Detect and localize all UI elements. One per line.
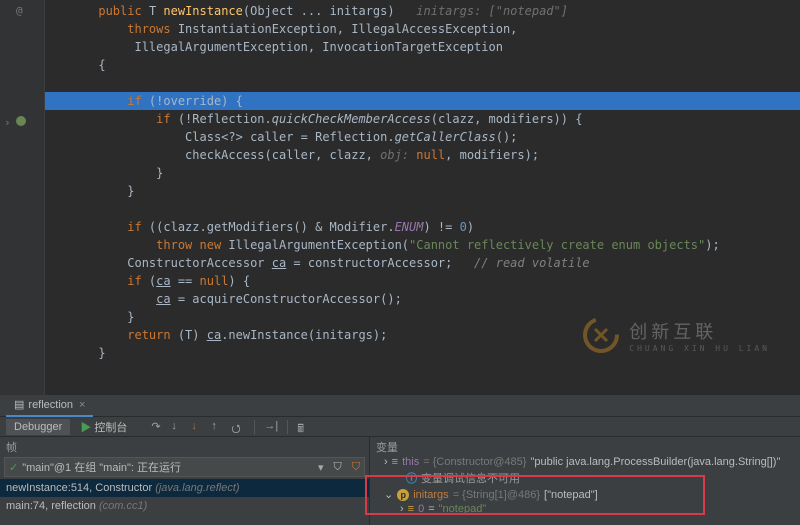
chevron-down-icon: ▾ <box>318 461 324 474</box>
code-line: { <box>45 56 800 74</box>
variables-panel: 变量 › ≡ this = {Constructor@485} "public … <box>370 437 800 525</box>
thread-selector[interactable]: ✓ "main"@1 在组 "main": 正在运行 ▾ ⛉ ⛉ <box>4 457 365 477</box>
chevron-right-icon: › <box>384 456 388 468</box>
frames-panel: 帧 ✓ "main"@1 在组 "main": 正在运行 ▾ ⛉ ⛉ newIn… <box>0 437 370 525</box>
run-config-icon: ▤ <box>14 398 24 411</box>
variable-row[interactable]: › ≡ 0 = "notepad" <box>370 502 800 516</box>
drop-frame-icon[interactable]: ⭯ <box>231 420 245 434</box>
code-line <box>45 74 800 92</box>
filter-icon[interactable]: ⛉ <box>352 461 360 474</box>
code-line: return (T) ca.newInstance(initargs); <box>45 326 800 344</box>
code-line: throw new IllegalArgumentException("Cann… <box>45 236 800 254</box>
code-editor[interactable]: public T newInstance(Object ... initargs… <box>45 0 800 395</box>
equals-icon: ≡ <box>408 503 414 515</box>
code-line: public T newInstance(Object ... initargs… <box>45 2 800 20</box>
debug-panel: ▤ reflection × Debugger ▶ 控制台 ↷ ↓ ↓ ↑ ⭯ … <box>0 395 800 525</box>
tool-window-tabs: ▤ reflection × <box>0 395 800 417</box>
filter-icon[interactable]: ⛉ <box>334 461 342 474</box>
chevron-down-icon: ⌄ <box>384 488 393 501</box>
close-icon[interactable]: × <box>79 399 85 411</box>
code-line: checkAccess(caller, clazz, obj: null, mo… <box>45 146 800 164</box>
tab-console[interactable]: ▶ 控制台 <box>72 417 135 437</box>
code-line <box>45 200 800 218</box>
stack-frame[interactable]: newInstance:514, Constructor (java.lang.… <box>0 479 369 497</box>
check-icon: ✓ <box>9 461 18 474</box>
code-line: ConstructorAccessor ca = constructorAcce… <box>45 254 800 272</box>
force-step-into-icon[interactable]: ↓ <box>191 420 205 434</box>
debugger-sub-tabs: Debugger ▶ 控制台 ↷ ↓ ↓ ↑ ⭯ →| 🖩 <box>0 417 800 437</box>
code-line: } <box>45 344 800 362</box>
variable-row[interactable]: › ≡ this = {Constructor@485} "public jav… <box>370 455 800 469</box>
code-line: Class<?> caller = Reflection.getCallerCl… <box>45 128 800 146</box>
variable-info-row: ⓘ 变量调试信息不可用 <box>370 469 800 487</box>
step-out-icon[interactable]: ↑ <box>211 420 225 434</box>
code-line: } <box>45 308 800 326</box>
code-line: throws InstantiationException, IllegalAc… <box>45 20 800 38</box>
equals-icon: ≡ <box>392 456 398 468</box>
stack-frame[interactable]: main:74, reflection (com.cc1) <box>0 497 369 515</box>
breakpoint-marker[interactable] <box>16 116 26 126</box>
code-line: ca = acquireConstructorAccessor(); <box>45 290 800 308</box>
evaluate-expression-icon[interactable]: 🖩 <box>297 420 311 434</box>
code-line: if (ca == null) { <box>45 272 800 290</box>
param-badge-icon: p <box>397 489 409 501</box>
chevron-right-icon: › <box>400 503 404 515</box>
frames-header: 帧 <box>0 437 369 455</box>
info-icon: ⓘ <box>406 470 417 486</box>
editor-gutter: @ › <box>0 0 45 395</box>
code-line: if (!Reflection.quickCheckMemberAccess(c… <box>45 110 800 128</box>
code-line: if ((clazz.getModifiers() & Modifier.ENU… <box>45 218 800 236</box>
tool-tab-reflection[interactable]: ▤ reflection × <box>6 395 93 417</box>
annotation-gutter-icon: @ <box>16 4 28 16</box>
variables-header: 变量 <box>370 437 800 455</box>
step-into-icon[interactable]: ↓ <box>171 420 185 434</box>
step-over-icon[interactable]: ↷ <box>151 420 165 434</box>
code-line-current: if (!override) { <box>45 92 800 110</box>
tab-debugger[interactable]: Debugger <box>6 419 70 435</box>
annotation-gutter-icon: › <box>4 116 16 128</box>
run-to-cursor-icon[interactable]: →| <box>264 420 278 434</box>
code-line: } <box>45 164 800 182</box>
code-line: } <box>45 182 800 200</box>
variable-row[interactable]: ⌄ p initargs = {String[1]@486} ["notepad… <box>370 487 800 502</box>
code-line: IllegalArgumentException, InvocationTarg… <box>45 38 800 56</box>
